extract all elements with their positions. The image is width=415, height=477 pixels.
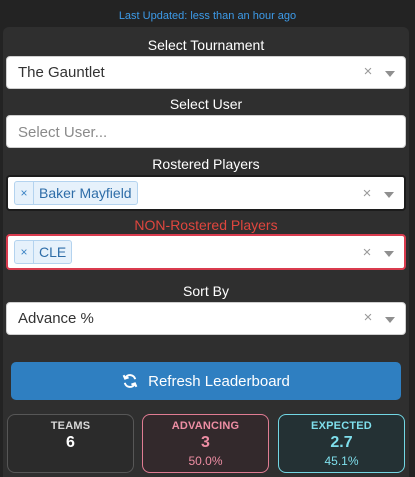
tournament-label: Select Tournament <box>147 37 265 53</box>
teams-value: 6 <box>66 434 75 451</box>
teams-title: TEAMS <box>50 420 91 432</box>
non-rostered-players-select[interactable]: × CLE × <box>6 234 406 270</box>
expected-title: EXPECTED <box>311 420 372 432</box>
non-rostered-label: NON-Rostered Players <box>134 217 278 233</box>
sort-clear-icon[interactable]: × <box>361 309 375 327</box>
tournament-clear-icon[interactable]: × <box>361 63 375 81</box>
expected-stat-card: EXPECTED 2.7 45.1% <box>278 414 405 473</box>
advancing-stat-card: ADVANCING 3 50.0% <box>142 414 269 473</box>
non-rostered-clear-icon[interactable]: × <box>360 244 374 262</box>
rostered-tag: × Baker Mayfield <box>14 181 138 205</box>
expected-value: 2.7 <box>330 434 353 451</box>
refresh-leaderboard-button[interactable]: Refresh Leaderboard <box>11 362 401 400</box>
tournament-value: The Gauntlet <box>18 64 105 81</box>
tournament-chevron-down-icon[interactable] <box>385 71 395 77</box>
advancing-title: ADVANCING <box>171 420 240 432</box>
refresh-icon <box>122 373 138 389</box>
rostered-chevron-down-icon[interactable] <box>384 192 394 198</box>
advancing-percent: 50.0% <box>188 454 223 468</box>
non-rostered-chevron-down-icon[interactable] <box>384 251 394 257</box>
rostered-players-select[interactable]: × Baker Mayfield × <box>6 175 406 211</box>
sort-label: Sort By <box>183 283 229 299</box>
non-rostered-tag-remove-icon[interactable]: × <box>15 241 34 263</box>
non-rostered-tag: × CLE <box>14 240 73 264</box>
teams-stat-card: TEAMS 6 <box>7 414 134 473</box>
non-rostered-tag-label: CLE <box>39 244 67 260</box>
sort-select[interactable]: Advance % × <box>6 302 406 335</box>
last-updated-text: Last Updated: less than an hour ago <box>118 10 297 22</box>
rostered-tag-remove-icon[interactable]: × <box>15 182 34 204</box>
sort-value: Advance % <box>18 310 94 327</box>
rostered-tag-label: Baker Mayfield <box>39 185 132 201</box>
refresh-leaderboard-label: Refresh Leaderboard <box>148 372 290 390</box>
sort-chevron-down-icon[interactable] <box>385 317 395 323</box>
advancing-value: 3 <box>201 434 210 451</box>
rostered-clear-icon[interactable]: × <box>360 185 374 203</box>
user-label: Select User <box>169 96 243 112</box>
user-select[interactable]: Select User... <box>6 115 406 148</box>
user-placeholder: Select User... <box>18 124 108 141</box>
tournament-select[interactable]: The Gauntlet × <box>6 56 406 89</box>
expected-percent: 45.1% <box>324 454 359 468</box>
rostered-label: Rostered Players <box>152 156 260 172</box>
